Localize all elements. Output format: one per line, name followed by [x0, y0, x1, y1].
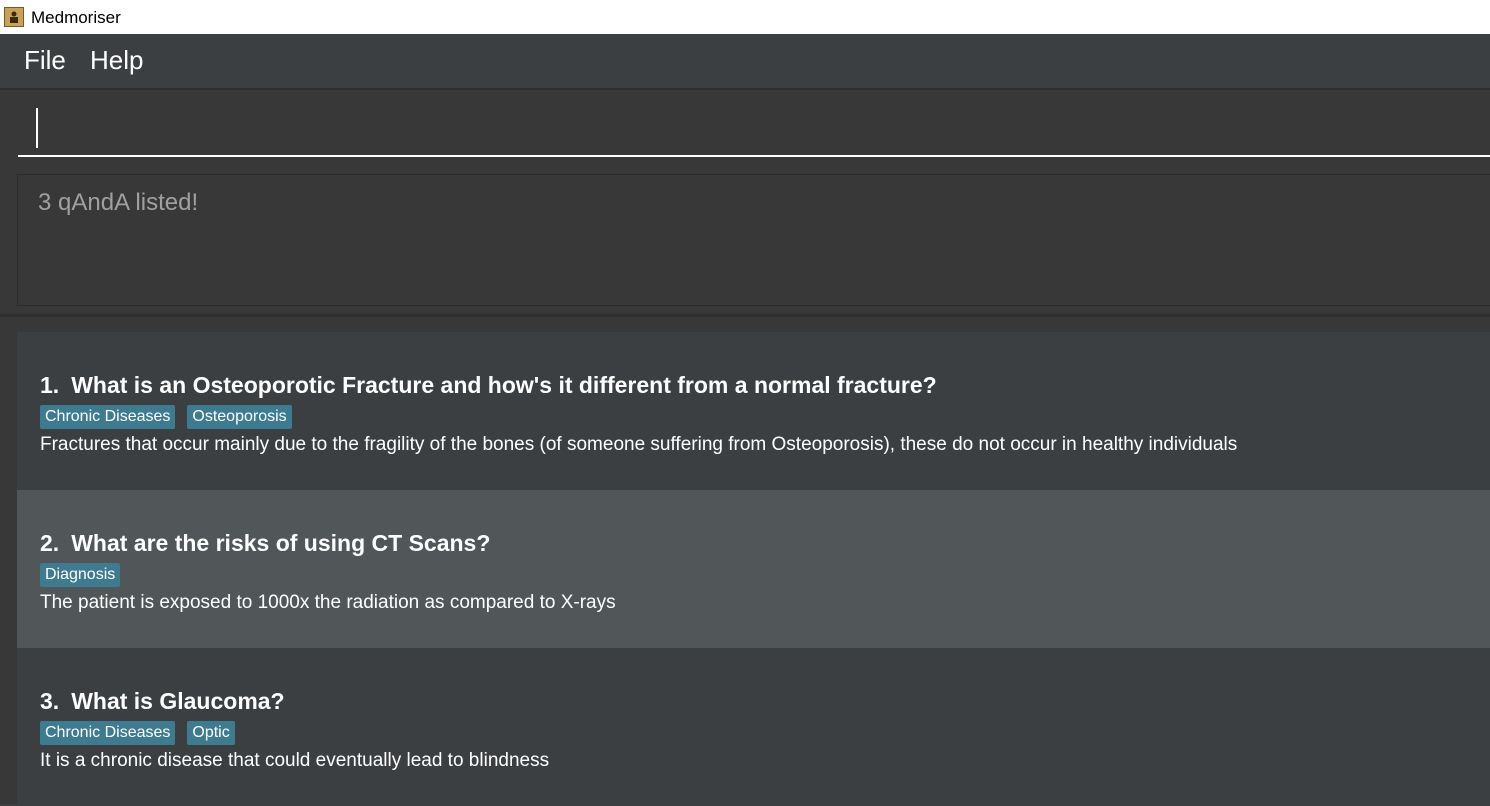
card-index: 1. [40, 372, 60, 398]
result-panel: 3 qAndA listed! [0, 164, 1490, 316]
tag-chip: Chronic Diseases [40, 405, 176, 429]
command-input[interactable] [18, 104, 1490, 157]
qanda-card-1[interactable]: 1. What is an Osteoporotic Fracture and h… [17, 332, 1490, 490]
menu-file[interactable]: File [24, 45, 66, 76]
window-title: Medmoriser [31, 8, 121, 27]
tag-chip: Optic [187, 721, 235, 745]
card-answer: Fractures that occur mainly due to the f… [40, 434, 1238, 455]
title-bar: Medmoriser [0, 0, 1490, 34]
card-question: 1. What is an Osteoporotic Fracture and h… [40, 372, 937, 399]
card-index: 2. [40, 530, 60, 556]
card-tags: Chronic Diseases Osteoporosis [40, 405, 292, 429]
tag-chip: Diagnosis [40, 563, 121, 587]
tag-chip: Osteoporosis [187, 405, 292, 429]
menu-help[interactable]: Help [90, 45, 143, 76]
result-message: 3 qAndA listed! [38, 189, 199, 216]
app-logo-icon [4, 7, 24, 27]
text-caret [36, 108, 38, 148]
qanda-card-3[interactable]: 3. What is Glaucoma? Chronic Diseases Opt… [17, 648, 1490, 806]
card-answer: It is a chronic disease that could event… [40, 750, 550, 771]
card-answer: The patient is exposed to 1000x the radi… [40, 592, 616, 613]
card-index: 3. [40, 688, 60, 714]
tag-chip: Chronic Diseases [40, 721, 176, 745]
command-box [0, 88, 1490, 164]
card-tags: Chronic Diseases Optic [40, 721, 235, 745]
card-question: 2. What are the risks of using CT Scans? [40, 530, 490, 557]
menu-bar: File Help [0, 34, 1490, 88]
result-display: 3 qAndA listed! [17, 174, 1490, 306]
card-question: 3. What is Glaucoma? [40, 688, 285, 715]
card-question-text: What is Glaucoma? [71, 688, 285, 714]
card-question-text: What is an Osteoporotic Fracture and how… [71, 372, 937, 398]
qanda-card-2[interactable]: 2. What are the risks of using CT Scans? … [17, 490, 1490, 648]
card-question-text: What are the risks of using CT Scans? [71, 530, 491, 556]
card-tags: Diagnosis [40, 563, 121, 587]
qanda-list[interactable]: 1. What is an Osteoporotic Fracture and h… [0, 317, 1490, 806]
